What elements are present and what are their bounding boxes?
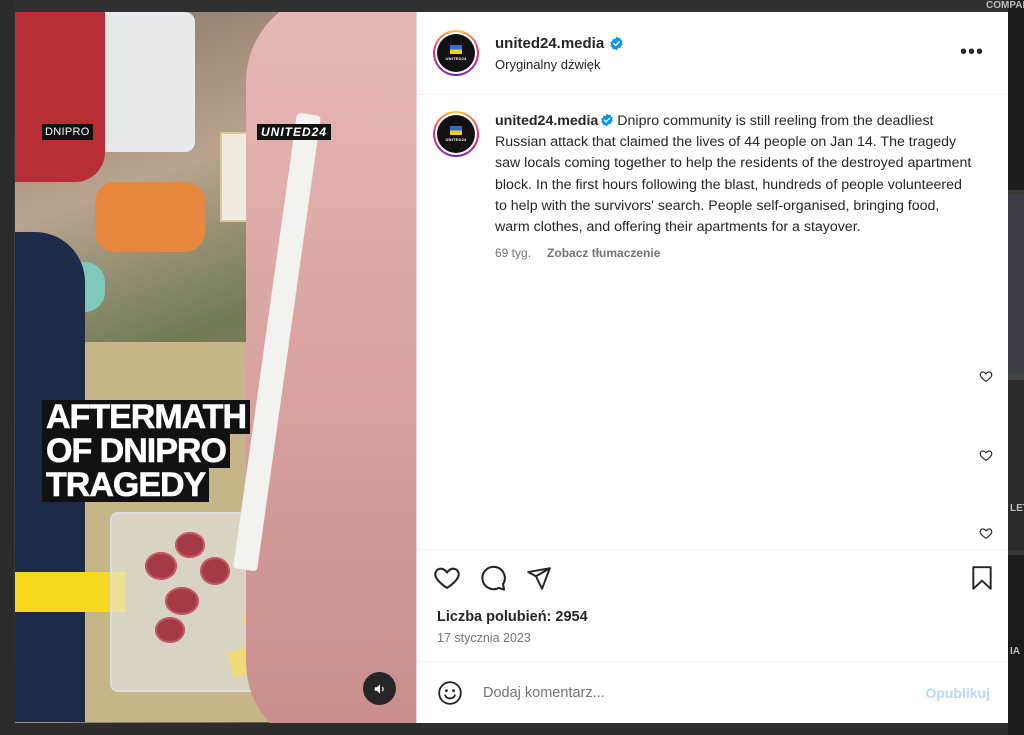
- more-options-icon: •••: [959, 41, 984, 63]
- comment-icon: [481, 565, 506, 591]
- video-headline: AFTERMATH OF DNIPRO TRAGEDY: [42, 400, 250, 502]
- feed-tile[interactable]: [1008, 555, 1024, 735]
- emoji-icon[interactable]: [437, 680, 463, 706]
- audio-label[interactable]: Oryginalny dźwięk: [495, 57, 624, 72]
- comment-like-heart-icon[interactable]: [979, 448, 993, 462]
- caption-age[interactable]: 69 tyg.: [495, 246, 531, 260]
- post-actions-bar: [417, 549, 1008, 605]
- feed-tile: [0, 0, 14, 735]
- headline-line: TRAGEDY: [42, 468, 210, 502]
- post-details-panel: UNITED24 united24.media Oryginalny dźwię…: [416, 12, 1008, 723]
- avatar-flag: [450, 126, 462, 135]
- feed-tile[interactable]: [1008, 0, 1024, 190]
- caption-text-block: united24.media Dnipro community is still …: [495, 111, 973, 238]
- video-scene-bag-orange: [95, 182, 205, 252]
- brand-tag: UNITED24: [257, 124, 332, 140]
- add-comment-bar: Opublikuj: [417, 661, 1008, 723]
- comments-area[interactable]: UNITED24 united24.media Dnipro community …: [417, 95, 1008, 549]
- post-header: UNITED24 united24.media Oryginalny dźwię…: [417, 12, 1008, 95]
- video-scene-salami: [175, 532, 205, 558]
- feed-tile[interactable]: [1008, 195, 1024, 375]
- avatar-flag: [450, 45, 462, 54]
- bookmark-icon: [972, 565, 992, 590]
- publish-button[interactable]: Opublikuj: [925, 685, 990, 701]
- post-modal: DNIPRO UNITED24 AFTERMATH OF DNIPRO TRAG…: [15, 12, 1008, 723]
- share-button[interactable]: [525, 564, 553, 592]
- location-tag: DNIPRO: [42, 124, 93, 140]
- video-scene-salami: [165, 587, 199, 615]
- post-video[interactable]: DNIPRO UNITED24 AFTERMATH OF DNIPRO TRAG…: [15, 12, 416, 723]
- feed-tile[interactable]: [1008, 380, 1024, 550]
- verified-badge-icon: [610, 36, 623, 50]
- caption-username[interactable]: united24.media: [495, 113, 598, 129]
- feed-snippet: IA: [1010, 646, 1020, 657]
- comment-like-heart-icon[interactable]: [979, 526, 993, 540]
- feed-snippet: COMPARED: [986, 0, 1024, 11]
- like-count[interactable]: Liczba polubień: 2954: [417, 605, 1008, 625]
- avatar[interactable]: UNITED24: [433, 30, 479, 76]
- save-button[interactable]: [968, 564, 996, 592]
- author-username[interactable]: united24.media: [495, 35, 604, 52]
- verified-badge-icon: [601, 113, 614, 127]
- caption-text: Dnipro community is still reeling from t…: [495, 113, 972, 236]
- see-translation-link[interactable]: Zobacz tłumaczenie: [547, 246, 660, 260]
- video-scene-red-coat: [15, 12, 105, 182]
- heart-icon: [434, 567, 460, 589]
- comment-button[interactable]: [479, 564, 507, 592]
- video-scene-yellow-tray: [15, 572, 125, 612]
- caption-avatar[interactable]: UNITED24: [433, 111, 479, 157]
- video-scene-salami: [200, 557, 230, 585]
- post-date[interactable]: 17 stycznia 2023: [417, 625, 1008, 661]
- headline-line: AFTERMATH: [42, 400, 250, 434]
- video-scene-salami: [145, 552, 177, 580]
- avatar-word: UNITED24: [445, 56, 467, 61]
- comment-like-heart-icon[interactable]: [979, 369, 993, 383]
- mute-toggle-button[interactable]: [363, 672, 396, 705]
- video-scene-salami: [155, 617, 185, 643]
- headline-line: OF DNIPRO: [42, 434, 230, 468]
- more-options-button[interactable]: •••: [960, 42, 984, 62]
- feed-snippet: LET: [1010, 503, 1024, 514]
- share-icon: [527, 566, 551, 590]
- like-button[interactable]: [433, 564, 461, 592]
- avatar-word: UNITED24: [445, 137, 467, 142]
- comment-input[interactable]: [483, 684, 926, 701]
- speaker-icon: [374, 683, 384, 694]
